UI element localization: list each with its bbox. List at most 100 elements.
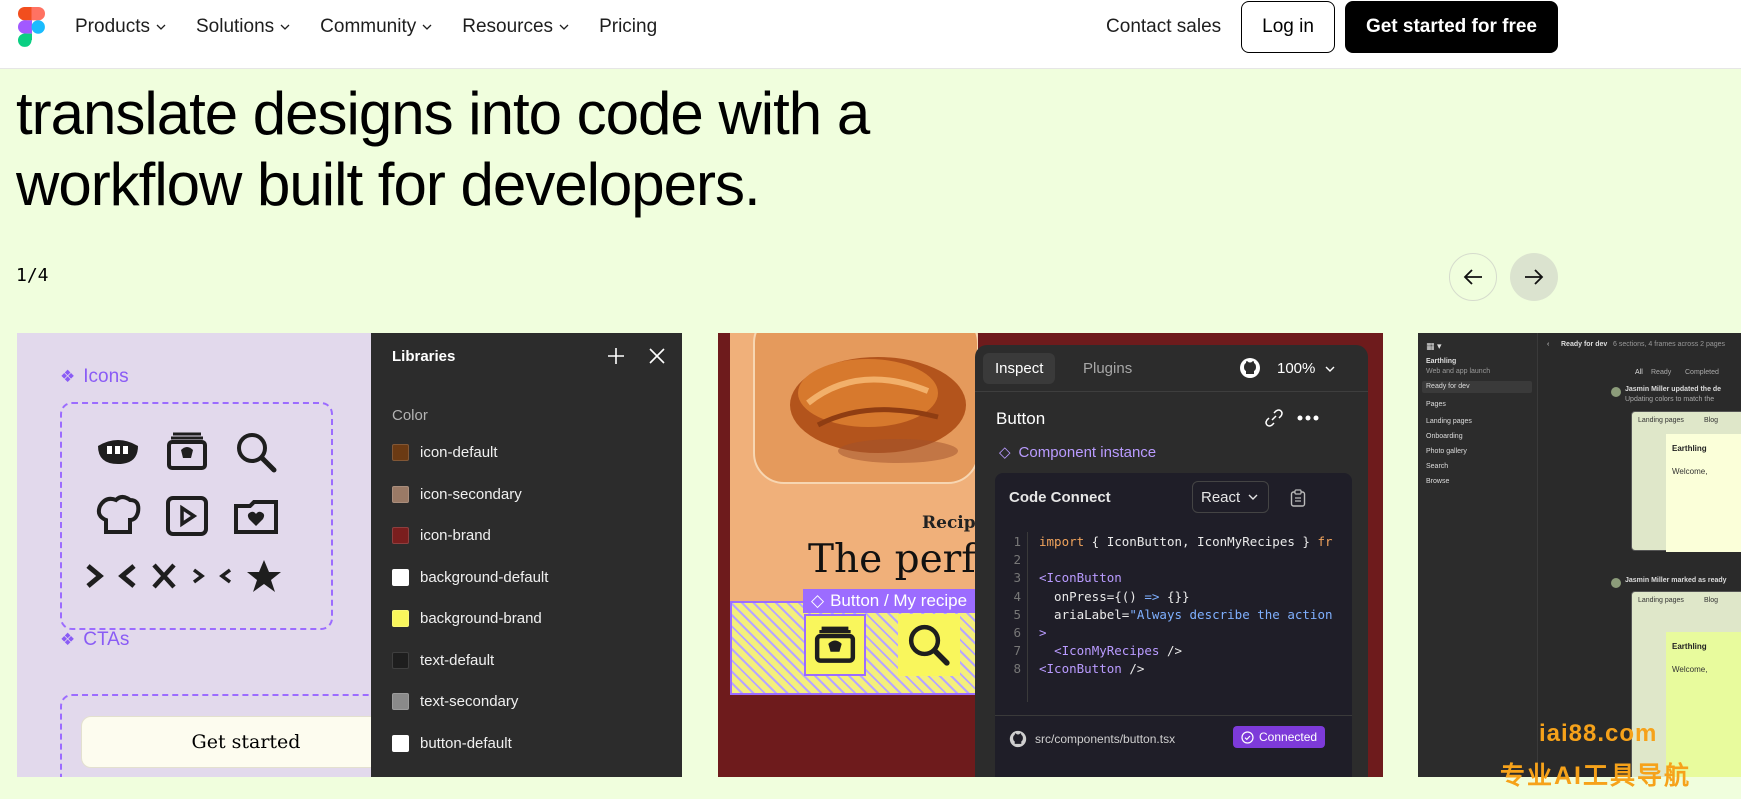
code-line-1: import { IconButton, IconMyRecipes } fr <box>1039 534 1333 549</box>
ctas-section-label: ❖ CTAs <box>60 629 129 651</box>
c3-frame-card[interactable]: Landing pages Blog Earthling Welcome, <box>1631 411 1741 552</box>
carousel-card-ready-for-dev[interactable]: ▦ ▾ Earthling Web and app launch Ready f… <box>1418 333 1741 777</box>
component-diamond-icon: ◇ <box>999 444 1011 461</box>
file-path[interactable]: src/components/button.tsx <box>1009 730 1175 748</box>
c3-activity-2: Jasmin Miller marked as ready <box>1625 577 1727 584</box>
c3-page-item[interactable]: Browse <box>1426 478 1449 485</box>
watermark-url: iai88.com <box>1539 720 1658 747</box>
c3-activity-1: Jasmin Miller updated the de <box>1625 386 1722 393</box>
chevron-right-small-icon <box>192 568 205 584</box>
chevron-left-icon <box>118 564 136 588</box>
c3-page-item[interactable]: Photo gallery <box>1426 448 1467 455</box>
contact-sales-link[interactable]: Contact sales <box>1106 16 1221 38</box>
chevron-down-icon <box>156 24 166 30</box>
c3-header-meta: 6 sections, 4 frames across 2 pages <box>1613 341 1726 348</box>
nav-community[interactable]: Community <box>320 16 432 38</box>
nav-products[interactable]: Products <box>75 16 166 38</box>
swatch-icon-secondary[interactable]: icon-secondary <box>392 485 522 503</box>
swatch-label: icon-default <box>420 444 498 461</box>
nav-resources[interactable]: Resources <box>462 16 569 38</box>
swatch-background-brand[interactable]: background-brand <box>392 610 542 627</box>
close-icon[interactable] <box>646 345 668 367</box>
divider <box>975 391 1368 392</box>
more-icon[interactable] <box>1297 415 1319 421</box>
folder-heart-icon <box>234 500 278 534</box>
zoom-dropdown[interactable]: 100% <box>1277 360 1337 377</box>
c3-page-item[interactable]: Onboarding <box>1426 433 1463 440</box>
get-started-button[interactable]: Get started for free <box>1344 1 1558 53</box>
watermark-tagline: 专业AI工具导航 <box>1500 762 1692 790</box>
github-icon <box>1009 730 1027 748</box>
figma-menu-icon[interactable]: ▦ ▾ <box>1426 341 1442 352</box>
color-swatch <box>392 485 409 503</box>
inspect-panel: Inspect Plugins 100% Button ◇ Component … <box>975 345 1368 777</box>
nav-pricing[interactable]: Pricing <box>599 16 657 38</box>
arrow-right-icon <box>1525 269 1544 285</box>
nav-solutions-label: Solutions <box>195 16 275 37</box>
login-button[interactable]: Log in <box>1241 1 1335 53</box>
arrow-left-icon <box>1463 269 1482 285</box>
selection-tag-text: Button / My recipe <box>830 591 968 610</box>
c3-frame-card[interactable]: Landing pages Blog Earthling Welcome, <box>1631 591 1741 777</box>
mouth-icon <box>98 440 138 464</box>
c3-filter-ready[interactable]: Ready <box>1651 369 1671 376</box>
framework-select[interactable]: React <box>1192 481 1270 513</box>
carousel-card-dev-mode[interactable]: Recipe The perfe ◇ Button / My recipe In… <box>718 333 1383 777</box>
c3-header: Ready for dev <box>1561 341 1608 348</box>
swatch-label: text-default <box>420 651 495 669</box>
code-connect-title: Code Connect <box>1009 489 1111 506</box>
carousel-card-libraries[interactable]: ❖ Icons ❖ CTAs Get started Libraries Col… <box>17 333 682 777</box>
link-icon[interactable] <box>1265 409 1283 427</box>
c3-page-item[interactable]: Search <box>1426 463 1448 470</box>
icons-label-text: Icons <box>83 366 129 387</box>
c3-ready-for-dev-item[interactable]: Ready for dev <box>1422 381 1532 393</box>
hero-line-1: translate designs into code with a <box>16 80 870 147</box>
icons-section-label: ❖ Icons <box>60 366 129 388</box>
avatar <box>1611 387 1621 397</box>
swatch-text-default[interactable]: text-default <box>392 651 495 669</box>
chevron-down-icon <box>422 24 432 30</box>
c3-filter-completed[interactable]: Completed <box>1685 369 1719 376</box>
clipboard-icon[interactable] <box>1290 489 1306 507</box>
github-icon[interactable] <box>1239 357 1261 379</box>
c3-frame-title: Earthling <box>1672 444 1707 453</box>
component-diamond-icon: ◇ <box>811 591 825 610</box>
inspect-title: Button <box>996 409 1046 428</box>
swatch-background-default[interactable]: background-default <box>392 568 548 586</box>
file-path-text: src/components/button.tsx <box>1035 732 1176 746</box>
close-icon <box>152 563 176 589</box>
c3-frame-page: Blog <box>1704 597 1719 604</box>
swatch-button-default[interactable]: button-default <box>392 734 512 752</box>
nav-pricing-label: Pricing <box>599 16 658 37</box>
tab-inspect[interactable]: Inspect <box>983 353 1056 384</box>
avatar <box>1611 578 1621 588</box>
back-icon[interactable]: ‹ <box>1547 341 1549 348</box>
c3-frame-text: Welcome, <box>1672 467 1708 476</box>
swatch-text-secondary[interactable]: text-secondary <box>392 693 518 710</box>
swatch-icon-default[interactable]: icon-default <box>392 444 498 461</box>
nav-community-label: Community <box>320 16 417 37</box>
c3-frame-page: Blog <box>1704 417 1719 424</box>
carousel-prev-button[interactable] <box>1449 253 1497 301</box>
color-swatch <box>392 527 409 544</box>
cta-get-started-preview: Get started <box>81 716 411 768</box>
icon-button-search <box>898 614 960 676</box>
swatch-label: background-brand <box>420 610 542 627</box>
carousel-next-button[interactable] <box>1510 253 1558 301</box>
c3-filter-all[interactable]: All <box>1635 369 1643 376</box>
zoom-level: 100% <box>1277 360 1316 377</box>
swatch-icon-brand[interactable]: icon-brand <box>392 527 491 544</box>
swatch-label: icon-secondary <box>420 485 522 503</box>
icon-button-recipe-box <box>804 614 866 676</box>
hero-headline: translate designs into code with a workf… <box>16 78 870 220</box>
component-instance-link[interactable]: ◇ Component instance <box>999 443 1156 462</box>
c3-page-item[interactable]: Landing pages <box>1426 418 1472 425</box>
code-connect-panel: Code Connect React 1 2 3 4 5 6 7 8 impor… <box>995 473 1352 777</box>
nav-solutions[interactable]: Solutions <box>196 16 290 38</box>
figma-logo-icon[interactable] <box>18 7 45 47</box>
plus-icon[interactable] <box>605 345 627 367</box>
c3-frame-path: Landing pages <box>1638 597 1684 604</box>
tab-plugins[interactable]: Plugins <box>1071 353 1144 384</box>
swatch-label: text-secondary <box>420 693 519 710</box>
c3-project-subtitle: Web and app launch <box>1426 368 1491 375</box>
